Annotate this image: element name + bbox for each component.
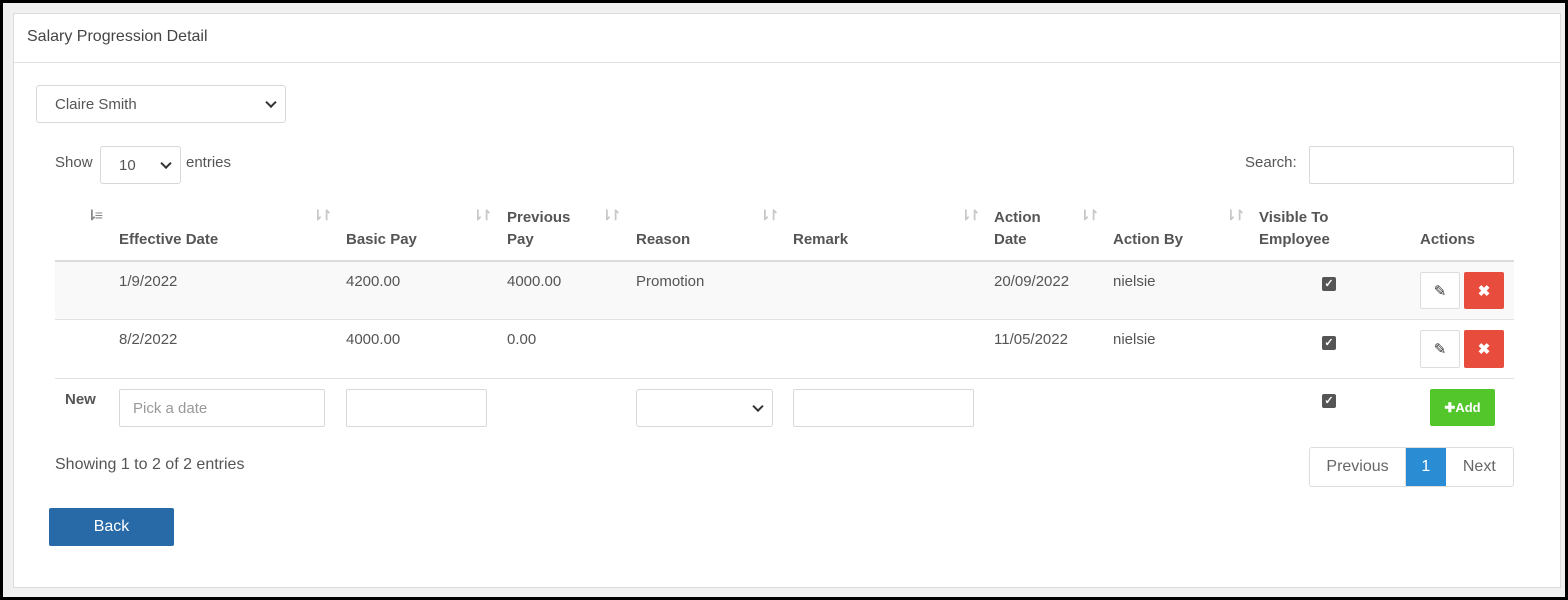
window-frame: Salary Progression Detail Claire Smith S… xyxy=(0,0,1568,600)
pencil-icon: ✎ xyxy=(1433,341,1447,358)
back-button[interactable]: Back xyxy=(49,508,174,546)
delete-button[interactable]: ✖ xyxy=(1464,330,1504,368)
cell-basic-pay: 4200.00 xyxy=(346,273,401,290)
edit-button[interactable]: ✎ xyxy=(1420,330,1460,368)
previous-button[interactable]: Previous xyxy=(1310,448,1407,486)
close-icon: ✖ xyxy=(1477,341,1491,358)
next-button[interactable]: Next xyxy=(1446,448,1513,486)
cell-effective-date: 8/2/2022 xyxy=(119,331,178,348)
new-row-label: New xyxy=(65,391,96,408)
sort-icon[interactable]: ⇂↾ xyxy=(960,207,981,224)
pencil-icon: ✎ xyxy=(1433,282,1447,300)
delete-button[interactable]: ✖ xyxy=(1464,272,1504,309)
th-action-date-1[interactable]: Action xyxy=(994,207,1041,229)
chevron-down-icon xyxy=(265,96,277,109)
cell-previous-pay: 0.00 xyxy=(507,331,537,348)
visible-checkbox[interactable]: ✓ xyxy=(1322,336,1336,350)
th-previous-pay-1[interactable]: Previous xyxy=(507,207,570,229)
edit-button[interactable]: ✎ xyxy=(1420,272,1460,309)
show-label: Show xyxy=(55,154,93,171)
cell-action-by: nielsie xyxy=(1113,331,1156,348)
th-action-date-2[interactable]: Date xyxy=(994,229,1027,251)
new-reason-select[interactable] xyxy=(636,389,773,427)
table-row xyxy=(55,262,1514,319)
row-divider xyxy=(55,378,1514,379)
sort-icon[interactable]: ⇂≡ xyxy=(86,207,103,224)
table-info: Showing 1 to 2 of 2 entries xyxy=(55,456,245,473)
sort-icon[interactable]: ⇂↾ xyxy=(1079,207,1100,224)
plus-icon: ✚ xyxy=(1444,399,1456,415)
search-label: Search: xyxy=(1245,154,1297,171)
cell-action-by: nielsie xyxy=(1113,273,1156,290)
sort-icon[interactable]: ⇂↾ xyxy=(472,207,493,224)
th-basic-pay[interactable]: Basic Pay xyxy=(346,229,417,251)
page-length-value: 10 xyxy=(119,156,136,174)
th-visible-2[interactable]: Employee xyxy=(1259,229,1330,251)
cell-action-date: 20/09/2022 xyxy=(994,273,1070,290)
cell-reason: Promotion xyxy=(636,273,705,290)
sort-icon[interactable]: ⇂↾ xyxy=(759,207,780,224)
page-1-button[interactable]: 1 xyxy=(1406,448,1446,486)
th-actions: Actions xyxy=(1420,231,1476,248)
th-action-by[interactable]: Action By xyxy=(1113,229,1183,251)
row-divider xyxy=(55,319,1514,320)
th-remark[interactable]: Remark xyxy=(793,229,848,251)
chevron-down-icon xyxy=(752,400,764,413)
visible-checkbox[interactable]: ✓ xyxy=(1322,277,1336,291)
panel-title: Salary Progression Detail xyxy=(14,14,1560,63)
employee-select[interactable]: Claire Smith xyxy=(36,85,286,123)
cell-action-date: 11/05/2022 xyxy=(994,331,1068,348)
pagination: Previous 1 Next xyxy=(1309,447,1514,487)
sort-icon[interactable]: ⇂↾ xyxy=(312,207,333,224)
new-visible-checkbox[interactable]: ✓ xyxy=(1322,394,1336,408)
new-date-input[interactable]: Pick a date xyxy=(119,389,325,427)
cell-previous-pay: 4000.00 xyxy=(507,273,562,290)
chevron-down-icon xyxy=(160,157,172,170)
close-icon: ✖ xyxy=(1477,282,1491,300)
search-input[interactable] xyxy=(1309,146,1514,184)
sort-icon[interactable]: ⇂↾ xyxy=(1225,207,1246,224)
th-effective-date[interactable]: Effective Date xyxy=(119,229,218,251)
page-length-select[interactable]: 10 xyxy=(100,146,181,184)
th-reason[interactable]: Reason xyxy=(636,229,690,251)
new-remark-input[interactable] xyxy=(793,389,974,427)
sort-icon[interactable]: ⇂↾ xyxy=(601,207,622,224)
new-basic-pay-input[interactable] xyxy=(346,389,487,427)
cell-effective-date: 1/9/2022 xyxy=(119,273,178,290)
entries-label: entries xyxy=(186,154,232,171)
add-button[interactable]: ✚ Add xyxy=(1430,389,1495,426)
employee-select-value: Claire Smith xyxy=(55,95,137,113)
th-visible-1[interactable]: Visible To xyxy=(1259,207,1328,229)
th-previous-pay-2[interactable]: Pay xyxy=(507,229,534,251)
cell-basic-pay: 4000.00 xyxy=(346,331,401,348)
